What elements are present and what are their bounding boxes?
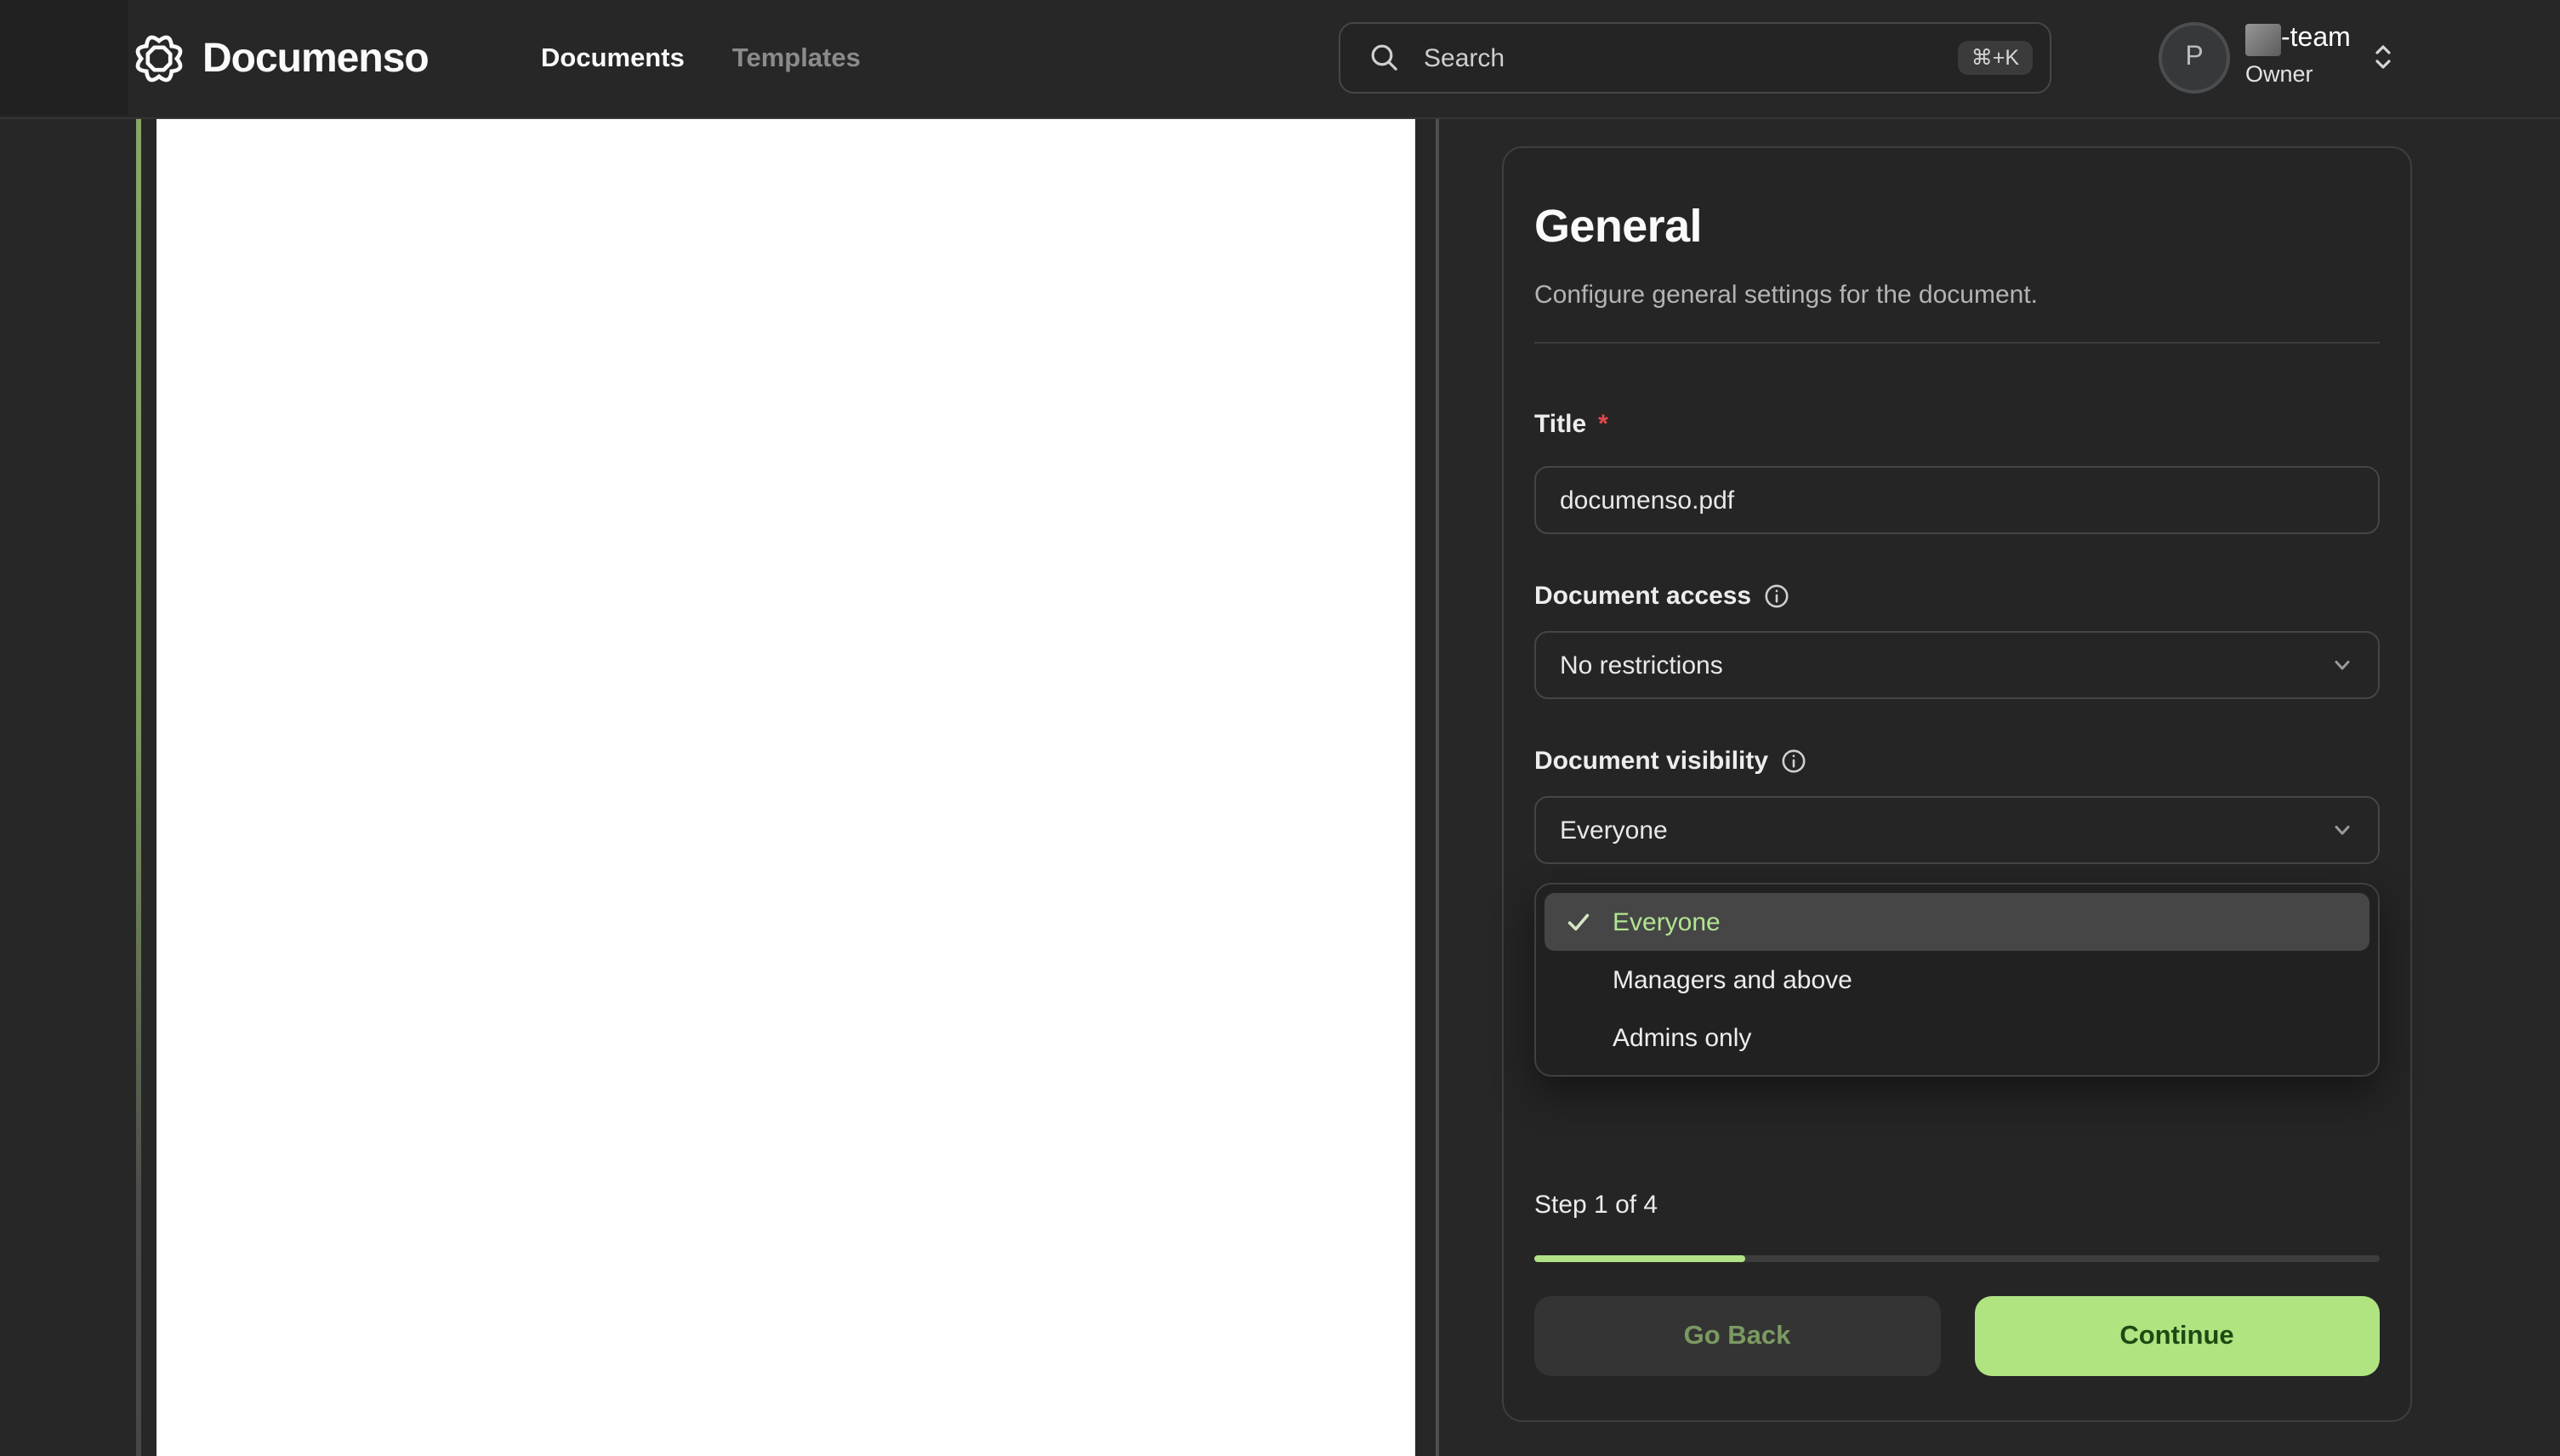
panel-divider [1534, 342, 2380, 344]
top-navbar: Documenso Documents Templates ⌘+K P -tea [0, 0, 2560, 119]
panel-subtitle: Configure general settings for the docum… [1534, 281, 2039, 310]
general-settings-panel: General Configure general settings for t… [1502, 146, 2412, 1422]
content-divider [1436, 117, 1439, 1456]
document-visibility-label: Document visibility [1534, 747, 2380, 776]
panel-title: General [1534, 201, 1703, 252]
title-label: Title * [1534, 410, 1608, 439]
user-text: -team Owner [2245, 22, 2351, 87]
main-nav: Documents Templates [541, 0, 861, 117]
wizard-footer: Step 1 of 4 Go Back Continue [1534, 1191, 2380, 1376]
continue-button[interactable]: Continue [1974, 1296, 2380, 1376]
navbar-corner-shade [0, 0, 128, 116]
avatar-initial: P [2185, 43, 2204, 71]
chevron-down-icon [2330, 653, 2354, 677]
documenso-seal-icon [131, 31, 187, 87]
search-icon [1369, 43, 1400, 73]
documenso-app: Documenso Documents Templates ⌘+K P -tea [0, 0, 2560, 1456]
document-access-label: Document access [1534, 582, 2380, 611]
document-accent-line [136, 117, 141, 1456]
progress-fill [1534, 1255, 1746, 1262]
document-visibility-select[interactable]: Everyone [1534, 796, 2380, 864]
nav-item-documents[interactable]: Documents [541, 43, 685, 74]
search-shortcut-badge: ⌘+K [1957, 40, 2033, 76]
brand-name: Documenso [202, 35, 430, 81]
menu-option-everyone[interactable]: Everyone [1545, 893, 2369, 951]
chevron-down-icon [2330, 818, 2354, 842]
team-name: -team [2281, 24, 2351, 53]
chevrons-up-down-icon [2371, 41, 2395, 73]
user-team-menu[interactable]: P -team Owner [2159, 22, 2395, 94]
user-role: Owner [2245, 61, 2313, 87]
document-access-select[interactable]: No restrictions [1534, 631, 2380, 699]
menu-option-admins-only[interactable]: Admins only [1545, 1009, 2369, 1066]
info-icon[interactable] [1780, 748, 1806, 774]
step-indicator: Step 1 of 4 [1534, 1191, 1658, 1220]
avatar: P [2159, 22, 2230, 94]
search-input[interactable] [1420, 42, 1958, 74]
pdf-document-page [156, 117, 1415, 1456]
go-back-button[interactable]: Go Back [1534, 1296, 1940, 1376]
visibility-dropdown-menu: Everyone Managers and above Admins only [1534, 883, 2380, 1077]
menu-option-managers-and-above[interactable]: Managers and above [1545, 951, 2369, 1009]
required-asterisk: * [1598, 410, 1608, 439]
team-name-redacted-block [2245, 23, 2281, 55]
step-progress-bar [1534, 1255, 2380, 1262]
check-icon [1565, 908, 1592, 936]
info-icon[interactable] [1763, 583, 1789, 609]
nav-item-templates[interactable]: Templates [732, 43, 861, 74]
search-bar[interactable]: ⌘+K [1339, 22, 2051, 94]
footer-buttons: Go Back Continue [1534, 1296, 2380, 1376]
title-input[interactable] [1534, 466, 2380, 534]
brand-logo[interactable]: Documenso [131, 0, 430, 117]
